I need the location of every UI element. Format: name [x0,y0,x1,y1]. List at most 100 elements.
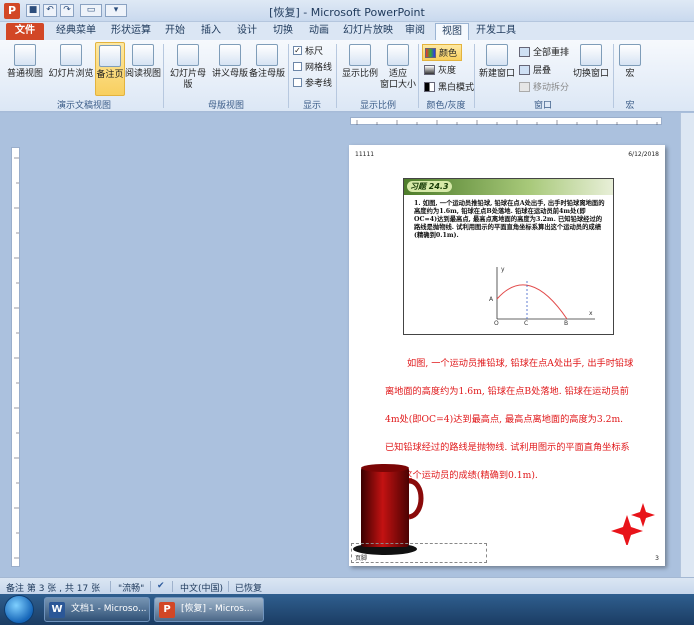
slide-badge: 习题 24.3 [407,181,452,192]
new-window-label: 新建窗口 [478,69,515,79]
ribbon-separator [336,44,337,108]
checkbox-icon [293,78,302,87]
header-text[interactable]: 11111 [355,151,374,158]
tab-animations[interactable]: 动画 [304,23,334,40]
horizontal-ruler [350,117,662,125]
slide-sorter-label: 幻灯片浏览 [48,69,94,79]
tab-developer[interactable]: 开发工具 [474,23,518,40]
spell-check-icon[interactable]: ✔ [157,581,165,591]
ribbon: 普通视图 幻灯片浏览 备注页 阅读视图 演示文稿视图 幻灯片母版 讲义母版 备注… [0,40,694,112]
horizontal-ruler-ticks [356,120,658,125]
tab-review[interactable]: 审阅 [400,23,430,40]
ruler-checkbox[interactable]: ✓ 标尺 [293,44,323,57]
color-label: 颜色 [439,49,458,59]
page-number[interactable]: 3 [655,555,659,562]
status-separator [228,581,229,592]
vertical-ruler [11,147,20,567]
gridlines-checkbox[interactable]: 网格线 [293,60,332,73]
notes-master-label: 备注母版 [248,69,285,79]
slide-master-icon [177,44,199,66]
slide-sorter-button[interactable]: 幻灯片浏览 [48,44,94,80]
normal-view-label: 普通视图 [6,69,43,79]
status-recovered: 已恢复 [235,584,263,594]
header-date[interactable]: 6/12/2018 [628,151,659,158]
sparkle-star-small [631,503,655,527]
graph-label-y: y [501,266,505,273]
notes-master-icon [256,44,278,66]
normal-view-button[interactable]: 普通视图 [6,44,44,80]
status-language[interactable]: 中文(中国) [180,581,223,594]
parabola-graph: y x A O C B [489,266,595,325]
notes-page[interactable]: 11111 6/12/2018 习题 24.3 1. 如图, 一个运动员推铅球,… [349,145,665,566]
move-split-button[interactable]: 移动拆分 [519,80,569,93]
graph-label-x: x [589,310,593,317]
color-button[interactable]: 颜色 [422,44,463,61]
fit-window-icon [387,44,409,66]
graph-parabola-curve [496,284,568,320]
slide-master-label: 幻灯片母版 [169,69,206,90]
grayscale-button[interactable]: 灰度 [424,63,456,76]
tab-design[interactable]: 设计 [232,23,262,40]
status-separator [150,581,151,592]
guides-checkbox[interactable]: 参考线 [293,76,332,89]
ribbon-separator [288,44,289,108]
notes-page-button[interactable]: 备注页 [95,42,125,96]
normal-view-icon [14,44,36,66]
taskbar-item-powerpoint[interactable]: P [恢复] - Micros... [154,597,264,622]
vertical-ruler-ticks [14,157,19,559]
tab-slideshow[interactable]: 幻灯片放映 [340,23,396,40]
checkbox-checked-icon: ✓ [293,46,302,55]
reading-view-icon [132,44,154,66]
status-page-info: 备注 第 3 张 , 共 17 张 [6,584,101,594]
taskbar-item-label: 文档1 - Microso... [71,604,147,614]
switch-window-label: 切换窗口 [572,69,609,79]
mug-body [361,467,409,547]
windows-start-button[interactable] [4,595,34,624]
word-app-icon: W [49,602,65,618]
graph-label-c: C [524,320,528,325]
notes-page-icon [99,45,121,67]
new-window-button[interactable]: 新建窗口 [477,44,517,80]
fit-to-window-button[interactable]: 适应 窗口大小 [380,44,416,91]
black-white-label: 黑白模式 [438,83,475,93]
slide-thumbnail[interactable]: 习题 24.3 1. 如图, 一个运动员推铅球, 铅球在点A处出手, 出手时铅球… [403,178,614,335]
guides-label: 参考线 [305,79,333,89]
macros-button[interactable]: 宏 [617,44,643,80]
tab-view[interactable]: 视图 [435,23,469,40]
tab-file[interactable]: 文件 [6,23,44,40]
mug-handle [408,478,424,520]
tab-shape-ops[interactable]: 形状运算 [106,23,156,40]
tab-insert[interactable]: 插入 [196,23,226,40]
tab-classic-menu[interactable]: 经典菜单 [52,23,100,40]
zoom-label: 显示比例 [341,69,378,79]
cascade-button[interactable]: 层叠 [519,63,551,76]
handout-master-button[interactable]: 讲义母版 [210,44,250,80]
vertical-scrollbar[interactable] [680,113,694,577]
arrange-all-button[interactable]: 全部重排 [519,45,569,58]
switch-window-icon [580,44,602,66]
move-split-icon [519,81,530,92]
slide-master-button[interactable]: 幻灯片母版 [166,44,210,91]
black-white-button[interactable]: 黑白模式 [424,80,474,93]
gridlines-label: 网格线 [305,63,333,73]
reading-view-button[interactable]: 阅读视图 [125,44,161,80]
status-separator [172,581,173,592]
notes-master-button[interactable]: 备注母版 [248,44,286,80]
move-split-label: 移动拆分 [533,83,570,93]
new-window-icon [486,44,508,66]
ribbon-separator [163,44,164,108]
zoom-button[interactable]: 显示比例 [340,44,380,80]
tab-home[interactable]: 开始 [160,23,190,40]
tab-transitions[interactable]: 切换 [268,23,298,40]
group-label-zoom: 显示比例 [359,101,396,111]
footer-label: 页脚 [355,555,368,562]
taskbar-item-word[interactable]: W 文档1 - Microso... [44,597,150,622]
switch-window-button[interactable]: 切换窗口 [572,44,610,80]
ribbon-separator [474,44,475,108]
graph-label-b: B [564,320,568,325]
status-theme[interactable]: "流畅" [118,581,144,594]
grayscale-label: 灰度 [438,66,457,76]
fit-window-label: 适应 [388,69,407,79]
footer-placeholder[interactable]: 页脚 [351,543,487,563]
title-bar: P ■ ↶ ↷ ▭ ▾ [恢复] - Microsoft PowerPoint [0,0,694,22]
